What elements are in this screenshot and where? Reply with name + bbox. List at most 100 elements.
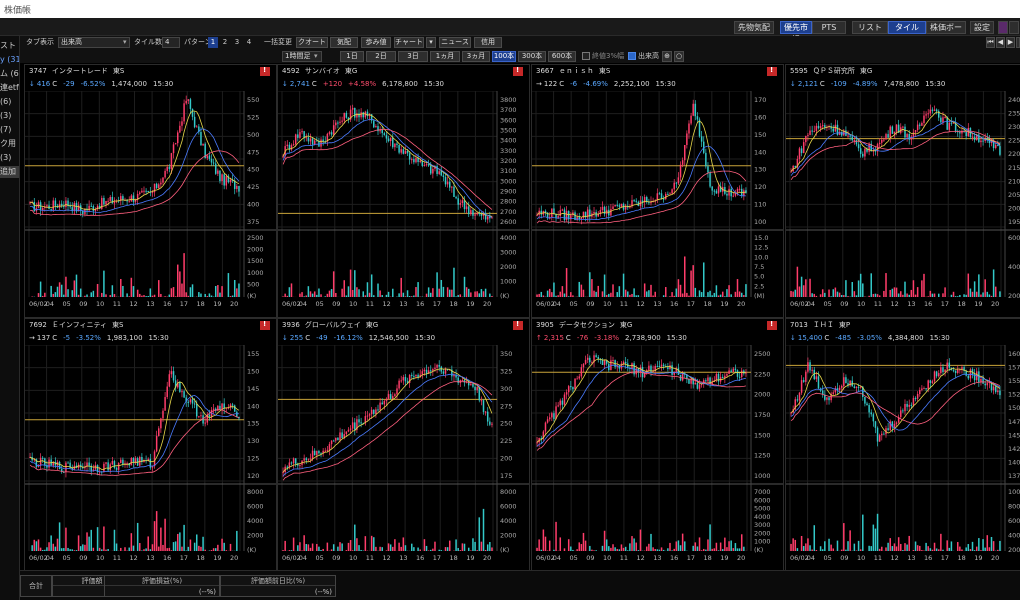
volume-checkbox[interactable] [628,52,636,60]
tab-display-select[interactable]: 出来高 [58,37,130,48]
candle-body [316,451,318,456]
tile-header[interactable]: 3667 ｅｎｉｓｈ 東S [532,65,783,78]
sidebar-item-8[interactable]: (3) [0,152,19,164]
price-chart[interactable]: 2500225020001750150012501000700060005000… [532,345,783,571]
price-chart[interactable]: 17016015014013012011010015.012.510.07.55… [532,91,783,317]
alert-icon[interactable] [767,320,777,330]
candle-body [705,152,707,167]
candle-body [698,119,701,137]
candle-body [164,170,166,178]
sidebar-add-button[interactable]: 追加 [0,166,19,178]
futures-quote-button[interactable]: 先物気配 [734,21,774,34]
volume-bar [482,508,485,551]
tile-count-stepper[interactable]: 4 [162,37,180,48]
candle-body [65,462,67,473]
volume-bar [174,541,177,551]
tile-header[interactable]: 7013 ＩＨＩ 東P [786,319,1020,332]
bars-100-button[interactable]: 100本 [492,51,516,62]
tile-name: インタートレード [51,67,108,75]
pattern-3[interactable]: 3 [232,37,242,48]
chart-tile[interactable]: 3667ｅｎｉｓｈ東S→122C-6-4.69%2,252,10015:3017… [531,64,784,318]
chart-tile[interactable]: 7013 ＩＨＩ 東P ↓ 15,400 C -485 -3.05% 4,384,800 15:3… [785,318,1020,572]
first-page-icon[interactable]: ⏮ [986,37,995,48]
prev-page-icon[interactable]: ◀ [996,37,1005,48]
chart-tile[interactable]: 3905データセクション東G↑2,315C-76-3.18%2,738,9001… [531,318,784,572]
pattern-1[interactable]: 1 [208,37,218,48]
alert-icon[interactable] [767,66,777,76]
alert-icon[interactable] [260,66,270,76]
bulk-ticks-button[interactable]: 歩み値 [361,37,391,48]
volume-bar [181,546,183,551]
alert-icon[interactable] [260,320,270,330]
list-view-button[interactable]: リスト [852,21,888,34]
chart-tile[interactable]: 5595 ＱＰＳ研究所 東G ↓ 2,121 C -109 -4.89% 7,478,800 15… [785,64,1020,318]
candle-body [557,216,559,218]
tile-header[interactable]: 3747 インタートレード 東S [25,65,276,78]
range-1m-button[interactable]: 1ヵ月 [430,51,460,62]
sidebar-item-7[interactable]: ク用 ( [0,138,19,150]
pattern-4[interactable]: 4 [244,37,254,48]
price-chart[interactable]: 5505255004754504254003752500200015001000… [25,91,276,317]
range-1d-button[interactable]: 1日 [340,51,364,62]
volume-bar [677,540,680,551]
volume-bar [654,548,656,551]
volume-bar [419,549,421,551]
help-icon[interactable] [1009,21,1019,34]
link-icon[interactable] [998,21,1008,34]
range-3d-button[interactable]: 3日 [398,51,428,62]
sidebar-item-list[interactable]: スト [0,40,19,52]
sidebar-item-etf[interactable]: 連etf [0,82,19,94]
price-chart[interactable]: 1551501451401351301251208000600040002000… [25,345,276,571]
candle-body [847,135,849,137]
bulk-chart-button[interactable]: チャート [394,37,424,48]
tile-header[interactable]: 3905 データセクション 東G [532,319,783,332]
zoom-icon[interactable]: ⊕ [662,51,672,62]
tile-header[interactable]: 5595 ＱＰＳ研究所 東G [786,65,1020,78]
bulk-board-button[interactable]: 気配 [330,37,358,48]
sidebar-item-1[interactable]: y (31) [0,54,19,66]
volume-bar [358,545,360,551]
pts-button[interactable]: PTS [812,21,846,34]
price-chart[interactable]: 1600015750155001525015000147501450014250… [786,345,1020,571]
range-2d-button[interactable]: 2日 [366,51,396,62]
pattern-2[interactable]: 2 [220,37,230,48]
alert-icon[interactable] [513,66,523,76]
tile-header[interactable]: 4592 サンバイオ 東G [278,65,529,78]
chart-tile[interactable]: 7692Ｅインフィニティ東S→137C-5-3.52%1,983,10015:3… [24,318,277,572]
chart-menu-chevron-icon[interactable]: ▾ [426,37,436,48]
chart-tile[interactable]: 3936グローバルウェイ東G↓255C-49-16.12%12,546,5001… [277,318,530,572]
reset-zoom-icon[interactable]: ○ [674,51,684,62]
last-page-icon[interactable] [1016,37,1020,48]
range-3m-button[interactable]: 3ヵ月 [462,51,490,62]
sidebar-item-5[interactable]: (3) [0,110,19,122]
next-page-icon[interactable]: ▶ [1006,37,1015,48]
close-3pct-checkbox[interactable] [582,52,590,60]
period-chevron-icon[interactable]: ▾ [314,51,318,62]
y-tick-label: 145 [247,385,259,393]
volume-tick-label: (K) [247,292,256,300]
price-chart[interactable]: 2400235023002250220021502100205020001950… [786,91,1020,317]
chart-tile[interactable]: 4592サンバイオ東G↓2,741C+120+4.58%6,178,80015:… [277,64,530,318]
chevron-down-icon[interactable]: ▾ [123,37,127,48]
tile-view-button[interactable]: タイル [888,21,926,34]
x-tick-label: 04 [553,300,561,308]
price-chart[interactable]: 3800370036003500340033003200310030002900… [278,91,529,317]
sidebar-item-2[interactable]: ム (6) [0,68,19,80]
tile-header[interactable]: 3936 グローバルウェイ 東G [278,319,529,332]
settings-button[interactable]: 設定 [970,21,994,34]
volume-bar [387,291,390,297]
tile-header[interactable]: 7692 Ｅインフィニティ 東S [25,319,276,332]
chart-tile[interactable]: 3747インタートレード東S↓416C-29-6.52%1,474,00015:… [24,64,277,318]
bulk-quote-button[interactable]: クオート [296,37,328,48]
price-chart[interactable]: 3503253002752502252001758000600040002000… [278,345,529,571]
sidebar-item-4[interactable]: (6) [0,96,19,108]
bars-300-button[interactable]: 300本 [518,51,546,62]
bulk-news-button[interactable]: ニュース [439,37,471,48]
sidebar-item-6[interactable]: (7) [0,124,19,136]
bars-600-button[interactable]: 600本 [548,51,576,62]
priority-market-button[interactable]: 優先市場 [780,21,812,44]
stock-board-button[interactable]: 株価ボード [926,21,966,44]
alert-icon[interactable] [513,320,523,330]
bulk-margin-button[interactable]: 信用 [474,37,502,48]
volume-bar [912,280,915,297]
